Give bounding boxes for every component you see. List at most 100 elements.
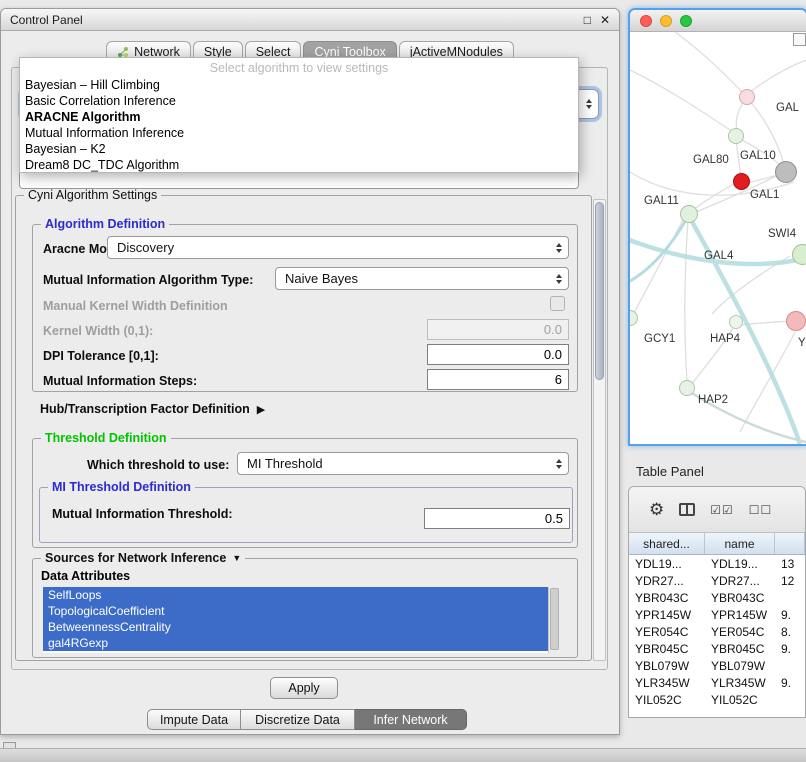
cell: YBR045C (705, 640, 775, 657)
select-all-icon[interactable]: ☑☑ (710, 503, 734, 517)
network-node-red[interactable] (733, 173, 750, 190)
node-label: HAP4 (710, 333, 740, 345)
status-bar (0, 748, 806, 762)
table-row[interactable]: YBR043CYBR043C (629, 589, 805, 606)
network-node[interactable] (680, 205, 698, 223)
column-header-shared-name[interactable]: shared... (629, 533, 705, 554)
deselect-all-icon[interactable]: ☐☐ (749, 503, 773, 517)
threshold-combobox[interactable]: MI Threshold (237, 452, 569, 475)
column-header-name[interactable]: name (705, 533, 775, 554)
node-label: Y (798, 337, 806, 349)
cell: 9. (775, 606, 805, 623)
network-node[interactable] (739, 89, 755, 105)
sources-group-title[interactable]: Sources for Network Inference ▼ (41, 551, 245, 565)
table-row[interactable]: YBR045CYBR045C9. (629, 640, 805, 657)
dpi-tolerance-field[interactable]: 0.0 (427, 344, 569, 365)
cell: YDR27... (629, 572, 705, 589)
float-window-icon[interactable]: □ (584, 13, 591, 27)
table-row[interactable]: YBL079WYBL079W (629, 657, 805, 674)
node-label: HAP2 (698, 394, 728, 406)
data-attributes-list[interactable]: SelfLoops TopologicalCoefficient Between… (43, 587, 560, 653)
network-canvas[interactable]: GAL80 GAL10 GAL11 GAL1 SWI4 GAL4 GCY1 HA… (630, 32, 806, 444)
cell: YDL19... (705, 555, 775, 572)
dropdown-item-selected[interactable]: ARACNE Algorithm (20, 109, 578, 125)
table-panel-window: ⚙ ☑☑ ☐☐ shared... name YDL19...YDL19...1… (628, 486, 806, 718)
attribute-list-scrollbar[interactable] (548, 587, 560, 653)
combo-arrows-icon (556, 459, 562, 469)
network-node-gray[interactable] (775, 161, 797, 183)
threshold-definition-group: Threshold Definition Which threshold to … (32, 438, 578, 548)
network-node[interactable] (729, 315, 743, 329)
network-node[interactable] (679, 380, 695, 396)
combo-arrows-icon (586, 99, 592, 109)
mi-threshold-field[interactable]: 0.5 (424, 508, 570, 529)
dropdown-item[interactable]: Bayesian – K2 (20, 141, 578, 157)
control-panel-titlebar[interactable]: Control Panel □ ✕ (1, 9, 619, 31)
attribute-item-selected[interactable]: SelfLoops (43, 587, 548, 603)
dropdown-placeholder: Select algorithm to view settings (20, 59, 578, 77)
table-row[interactable]: YDR27...YDR27...12 (629, 572, 805, 589)
settings-group-title: Cyni Algorithm Settings (24, 188, 161, 202)
mi-steps-field[interactable]: 6 (427, 369, 569, 390)
dropdown-item[interactable]: Dream8 DC_TDC Algorithm (20, 157, 578, 173)
zoom-traffic-light[interactable] (680, 15, 692, 27)
mi-type-combobox[interactable]: Naive Bayes (275, 267, 569, 290)
algorithm-definition-group: Algorithm Definition Aracne Mode: Discov… (32, 224, 578, 392)
cell (775, 657, 805, 674)
threshold-definition-title: Threshold Definition (41, 431, 171, 445)
attribute-item-selected[interactable]: BetweennessCentrality (43, 619, 548, 635)
cell: YIL052C (705, 691, 775, 708)
dropdown-item[interactable]: Mutual Information Inference (20, 125, 578, 141)
table-body: YDL19...YDL19...13 YDR27...YDR27...12 YB… (629, 555, 805, 718)
table-row[interactable]: YPR145WYPR145W9. (629, 606, 805, 623)
manual-kernel-checkbox[interactable] (550, 296, 565, 311)
aracne-mode-combobox[interactable]: Discovery (107, 236, 569, 259)
expand-right-icon: ▶ (257, 403, 265, 416)
scrollbar-thumb[interactable] (595, 202, 604, 380)
network-node[interactable] (728, 128, 744, 144)
cell: YDR27... (705, 572, 775, 589)
network-node-pink[interactable] (786, 311, 806, 331)
close-traffic-light[interactable] (640, 15, 652, 27)
mi-steps-value: 6 (555, 372, 562, 387)
table-header-row: shared... name (629, 533, 805, 555)
node-label: GAL4 (704, 250, 733, 262)
control-panel-window: Control Panel □ ✕ Network Style Select (0, 8, 620, 735)
network-node[interactable] (792, 244, 806, 265)
dropdown-item[interactable]: Bayesian – Hill Climbing (20, 77, 578, 93)
minimize-traffic-light[interactable] (660, 15, 672, 27)
birdseye-toggle[interactable] (793, 33, 806, 46)
attribute-item-selected[interactable]: TopologicalCoefficient (43, 603, 548, 619)
table-row[interactable]: YER054CYER054C8. (629, 623, 805, 640)
close-icon[interactable]: ✕ (600, 13, 610, 27)
cell: 8. (775, 623, 805, 640)
bottom-tab-bar: Impute Data Discretize Data Infer Networ… (147, 709, 467, 730)
hub-definition-expander[interactable]: Hub/Transcription Factor Definition ▶ (40, 402, 265, 416)
cell: 12 (775, 572, 805, 589)
settings-scrollbar[interactable] (593, 199, 606, 661)
gear-icon[interactable]: ⚙ (649, 500, 664, 520)
cell: YLR345W (629, 674, 705, 691)
node-label: GAL1 (750, 189, 779, 201)
dpi-tolerance-value: 0.0 (544, 347, 562, 362)
table-row[interactable]: YLR345WYLR345W9. (629, 674, 805, 691)
table-panel-title: Table Panel (636, 464, 704, 479)
network-window-titlebar[interactable] (630, 10, 806, 32)
dropdown-item[interactable]: Basic Correlation Inference (20, 93, 578, 109)
tab-discretize-data[interactable]: Discretize Data (241, 709, 355, 730)
tab-infer-network[interactable]: Infer Network (355, 709, 467, 730)
sources-title-text: Sources for Network Inference (45, 551, 226, 565)
attribute-item-selected[interactable]: gal4RGexp (43, 635, 548, 651)
columns-icon[interactable] (679, 503, 695, 516)
scrollbar-thumb[interactable] (550, 588, 559, 650)
apply-button[interactable]: Apply (270, 677, 338, 699)
hub-definition-label: Hub/Transcription Factor Definition (40, 402, 250, 416)
node-label: SWI4 (768, 228, 796, 240)
table-row[interactable]: YIL052CYIL052C (629, 691, 805, 708)
tab-impute-data[interactable]: Impute Data (147, 709, 241, 730)
which-threshold-label: Which threshold to use: (87, 458, 229, 472)
column-header-partial[interactable] (775, 533, 805, 554)
kernel-width-field[interactable]: 0.0 (427, 319, 569, 340)
cell: YBL079W (629, 657, 705, 674)
table-row[interactable]: YDL19...YDL19...13 (629, 555, 805, 572)
